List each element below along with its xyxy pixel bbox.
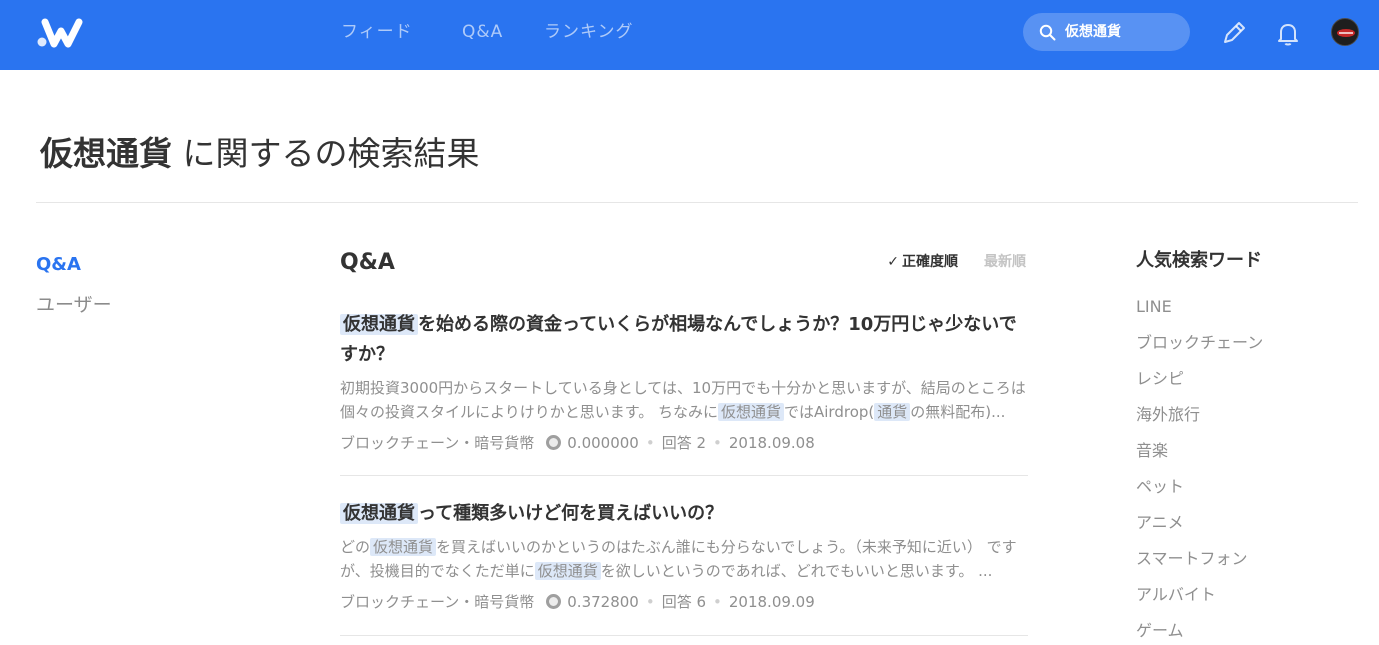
nav-qa[interactable]: Q&A <box>462 20 503 44</box>
result-title-text: を始める際の資金っていくらが相場なんでしょうか？10万円じゃ少ないですか？ <box>340 314 1017 365</box>
result-item[interactable]: 仮想通貨 って種類多いけど何を買えばいいの？ どの 仮想通貨 を買えばいいのかというのは… <box>340 499 1028 613</box>
separator-dot: • <box>713 593 722 611</box>
category-link[interactable]: ブロックチェーン・暗号貨幣 <box>340 434 534 452</box>
search-value[interactable]: 仮想通貨 <box>1065 23 1121 41</box>
popular-search-item[interactable]: アルバイト <box>1136 584 1263 620</box>
search-highlight: 通貨 <box>874 403 911 421</box>
nav-ranking[interactable]: ランキング <box>544 20 634 44</box>
avatar-image <box>1337 29 1355 37</box>
excerpt-text: ではAirdrop( <box>784 403 875 421</box>
post-date: 2018.09.09 <box>728 593 815 611</box>
logo-icon[interactable] <box>36 18 86 48</box>
post-date: 2018.09.08 <box>728 434 815 452</box>
pencil-icon[interactable] <box>1220 19 1248 47</box>
sidebar-item-users[interactable]: ユーザー <box>36 292 112 318</box>
coin-icon <box>546 594 562 609</box>
excerpt-text: を欲しいというのであれば、どれでもいいと思います。 ... <box>600 562 993 580</box>
search-highlight: 仮想通貨 <box>340 314 418 335</box>
item-divider <box>340 635 1028 636</box>
popular-search-list: LINE ブロックチェーン レシピ 海外旅行 音楽 ペット アニメ スマートフォン アルバイトゲ… <box>1136 296 1263 645</box>
item-divider <box>340 475 1028 476</box>
page-title: 仮想通貨 に関するの検索結果 <box>40 130 480 178</box>
coin-icon <box>546 435 562 450</box>
separator-dot: • <box>713 434 722 452</box>
coin-value: 0.372800 <box>567 593 639 611</box>
search-highlight: 仮想通貨 <box>340 503 418 524</box>
popular-searches: 人気検索ワード LINE ブロックチェーン レシピ 海外旅行 音楽 ペット アニメ スマートフ… <box>1136 248 1263 645</box>
excerpt-text: どの <box>340 538 371 556</box>
popular-search-item[interactable]: LINE <box>1136 296 1263 332</box>
result-title[interactable]: 仮想通貨 って種類多いけど何を買えばいいの？ <box>340 499 1028 529</box>
avatar[interactable] <box>1331 18 1359 46</box>
sort-by-accuracy[interactable]: ✓ 正確度順 <box>887 252 958 272</box>
search-highlight: 仮想通貨 <box>370 538 437 556</box>
search-highlight: 仮想通貨 <box>534 562 601 580</box>
result-item[interactable]: 仮想通貨 を始める際の資金っていくらが相場なんでしょうか？10万円じゃ少ないですか… <box>340 310 1028 454</box>
popular-search-item[interactable]: 音楽 <box>1136 440 1263 476</box>
section-title: Q&A <box>340 250 395 275</box>
answer-count: 回答 2 <box>661 434 707 452</box>
search-icon <box>1039 24 1056 41</box>
category-link[interactable]: ブロックチェーン・暗号貨幣 <box>340 593 534 611</box>
result-excerpt: どの 仮想通貨 を買えばいいのかというのはたぶん誰にも分らないでしょう。（未来予知に… <box>340 535 1028 583</box>
search-highlight: 仮想通貨 <box>717 403 784 421</box>
result-title[interactable]: 仮想通貨 を始める際の資金っていくらが相場なんでしょうか？10万円じゃ少ないですか… <box>340 310 1028 370</box>
check-icon: ✓ <box>887 254 899 270</box>
separator-dot: • <box>645 434 655 452</box>
result-title-text: って種類多いけど何を買えばいいの？ <box>418 503 724 524</box>
search-input[interactable]: 仮想通貨 <box>1023 13 1190 51</box>
popular-search-item[interactable]: ペット <box>1136 476 1263 512</box>
popular-search-item[interactable]: ゲーム <box>1136 620 1263 645</box>
popular-search-item[interactable]: スマートフォン <box>1136 548 1263 584</box>
answer-count: 回答 6 <box>661 593 707 611</box>
nav-feed[interactable]: フィード <box>341 20 413 44</box>
popular-search-item[interactable]: 海外旅行 <box>1136 404 1263 440</box>
bell-icon[interactable] <box>1274 19 1302 47</box>
result-meta: ブロックチェーン・暗号貨幣 0.000000 • 回答 2 • 2018.09.08 <box>340 432 1028 454</box>
coin-value: 0.000000 <box>567 434 639 452</box>
sort-by-latest[interactable]: 最新順 <box>984 252 1026 272</box>
page-title-suffix: に関するの検索結果 <box>172 134 480 173</box>
result-excerpt: 初期投資3000円からスタートしている身としては、10万円でも十分かと思いますが… <box>340 376 1028 424</box>
popular-search-item[interactable]: ブロックチェーン <box>1136 332 1263 368</box>
search-keyword: 仮想通貨 <box>40 134 172 173</box>
excerpt-text: の無料配布)... <box>910 403 1006 421</box>
popular-search-item[interactable]: アニメ <box>1136 512 1263 548</box>
result-meta: ブロックチェーン・暗号貨幣 0.372800 • 回答 6 • 2018.09.09 <box>340 591 1028 613</box>
separator-dot: • <box>645 593 655 611</box>
top-navigation-bar: フィード Q&A ランキング 仮想通貨 <box>0 0 1379 70</box>
divider <box>36 202 1358 203</box>
popular-search-item[interactable]: レシピ <box>1136 368 1263 404</box>
popular-searches-title: 人気検索ワード <box>1136 250 1262 271</box>
sidebar-item-qa[interactable]: Q&A <box>36 252 81 278</box>
sort-accuracy-label: 正確度順 <box>902 254 958 270</box>
